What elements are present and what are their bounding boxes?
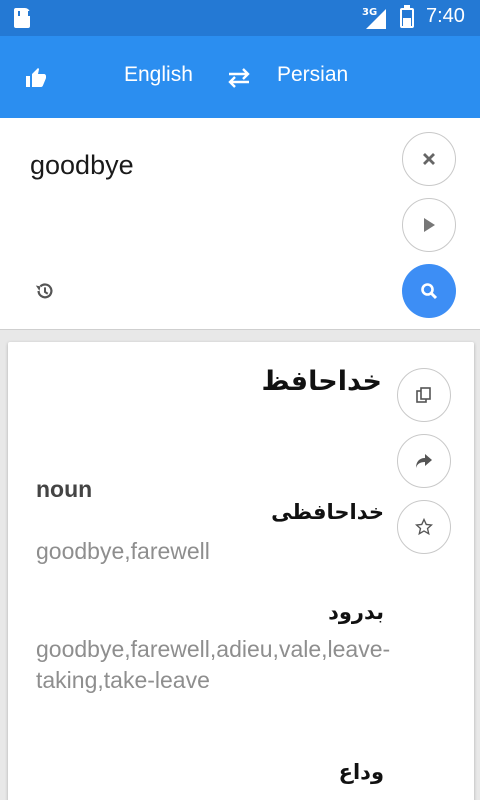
- share-button[interactable]: [397, 434, 451, 488]
- main-translation: خداحافظ: [261, 366, 383, 397]
- close-icon: [423, 153, 435, 165]
- search-button[interactable]: [402, 264, 456, 318]
- status-clock: 7:40: [426, 5, 465, 27]
- entry-word: بدرود: [328, 600, 384, 624]
- status-bar: 3G 7:40: [0, 0, 480, 36]
- star-icon: [415, 518, 433, 536]
- entry-word: وداع: [338, 760, 384, 784]
- battery-icon: [400, 5, 414, 28]
- copy-icon: [416, 387, 431, 403]
- play-button[interactable]: [402, 198, 456, 252]
- favorite-button[interactable]: [397, 500, 451, 554]
- entry-word: خداحافظی: [271, 500, 384, 524]
- input-text-field[interactable]: goodbye: [30, 150, 134, 181]
- history-icon[interactable]: [34, 280, 56, 302]
- search-icon: [421, 283, 438, 300]
- copy-button[interactable]: [397, 368, 451, 422]
- clear-button[interactable]: [402, 132, 456, 186]
- swap-icon[interactable]: [226, 66, 252, 90]
- app-bar: English Persian: [0, 36, 480, 118]
- input-panel: goodbye: [0, 118, 480, 330]
- entry-synonyms: goodbye,farewell,adieu,vale,leave-taking…: [36, 636, 391, 693]
- signal-icon: [366, 9, 386, 29]
- share-icon: [416, 454, 432, 468]
- sd-card-icon: [14, 8, 30, 28]
- target-language-button[interactable]: Persian: [277, 63, 348, 87]
- source-language-button[interactable]: English: [124, 63, 193, 87]
- thumbs-up-icon[interactable]: [24, 66, 48, 90]
- play-icon: [424, 218, 435, 232]
- result-card: خداحافظ noun خداحافظی goodbye,farewell ب…: [8, 342, 474, 800]
- entry-synonyms: goodbye,farewell: [36, 538, 210, 564]
- part-of-speech-label: noun: [36, 476, 93, 502]
